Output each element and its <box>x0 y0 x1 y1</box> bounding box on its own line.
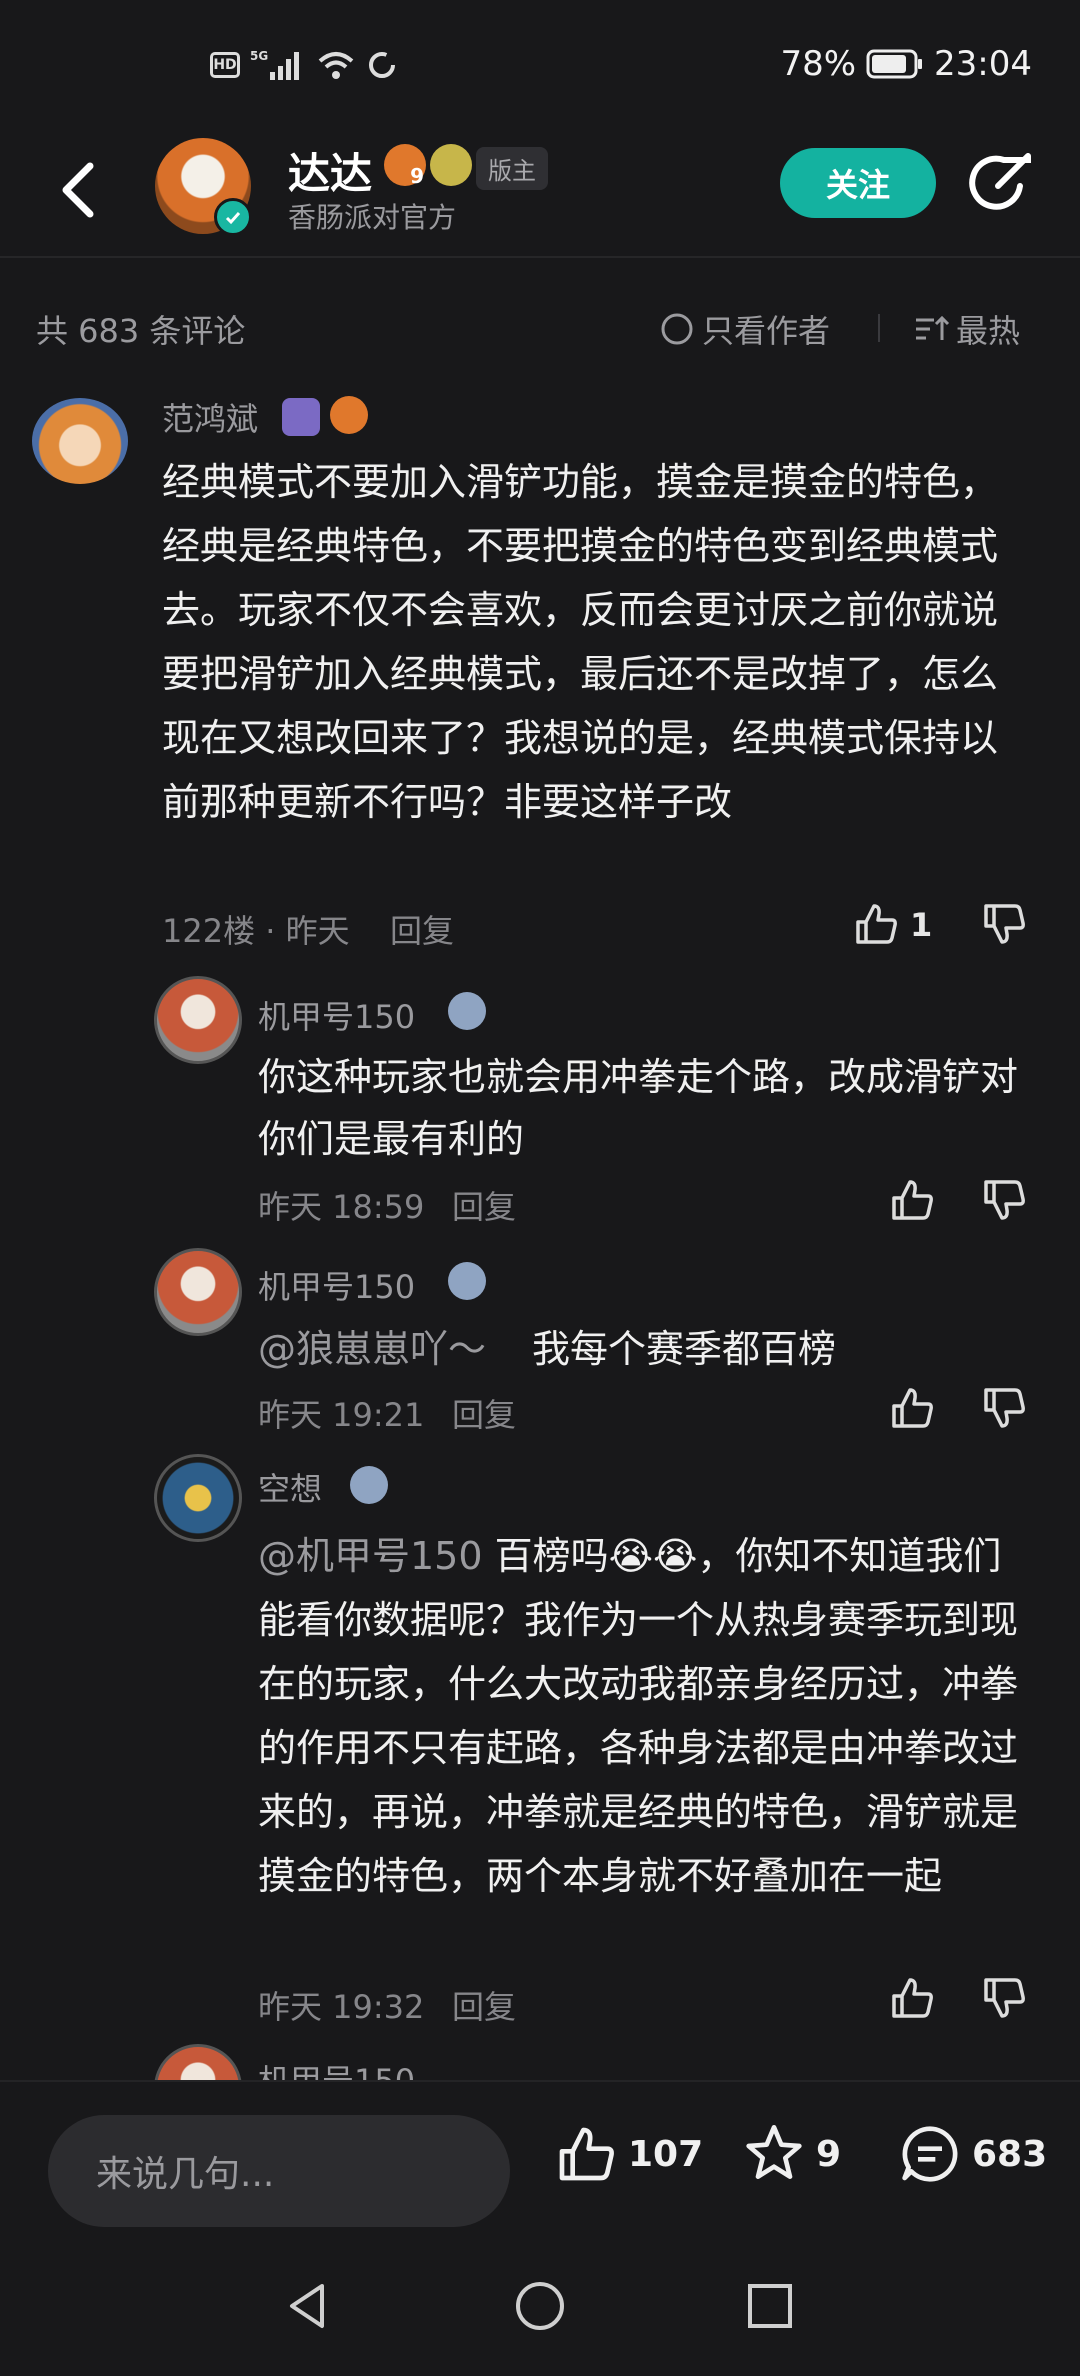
battery-percent: 78% <box>780 44 857 84</box>
system-nav-bar <box>0 2230 1080 2376</box>
dislike-button[interactable] <box>980 1176 1028 1228</box>
thumbs-down-icon <box>984 904 1025 944</box>
replier-name[interactable]: 机甲号150 <box>258 992 415 1038</box>
replier-name[interactable]: 空想 <box>258 1464 322 1510</box>
signal-5g-icon: 5G <box>250 49 299 80</box>
thumbs-up-icon <box>892 1388 933 1428</box>
divider <box>878 314 880 342</box>
hd-icon: HD <box>210 52 240 78</box>
top-header: 达达 9 版主 香肠派对官方 关注 <box>0 130 1080 258</box>
commenter-name[interactable]: 范鸿斌 <box>162 394 258 440</box>
sort-hottest-button[interactable]: 最热 <box>914 306 1020 352</box>
clock: 23:04 <box>934 44 1032 84</box>
bottom-action-bar: 来说几句... 107 9 683 <box>0 2080 1080 2230</box>
verified-icon <box>214 198 252 236</box>
level-number: 9 <box>410 164 424 188</box>
status-icons-left: HD 5G <box>210 48 398 82</box>
only-author-toggle[interactable]: 只看作者 <box>660 306 830 352</box>
like-button[interactable] <box>852 900 900 952</box>
battery-icon <box>866 49 923 79</box>
author-name[interactable]: 达达 <box>288 140 372 201</box>
sort-hottest-label: 最热 <box>956 312 1021 350</box>
thumbs-down-icon <box>984 1388 1025 1428</box>
status-icons-right: 78% 23:04 <box>780 44 1032 84</box>
replier-name[interactable]: 机甲号150 <box>258 1262 415 1308</box>
radio-circle-icon <box>661 313 693 345</box>
reply-button[interactable]: 回复 <box>452 1390 516 1436</box>
thumbs-up-icon <box>559 2127 614 2181</box>
back-button[interactable] <box>50 154 110 224</box>
favorite-count: 9 <box>816 2133 842 2175</box>
favorite-button[interactable]: 9 <box>742 2122 841 2186</box>
thumbs-up-icon <box>856 904 897 944</box>
post-like-count: 107 <box>628 2133 704 2175</box>
share-icon <box>969 153 1031 210</box>
post-like-button[interactable]: 107 <box>554 2122 703 2186</box>
svg-text:5G: 5G <box>250 49 268 63</box>
sort-icon <box>916 315 950 340</box>
nav-recents-icon <box>748 2284 792 2328</box>
comment-text: 经典模式不要加入滑铲功能，摸金是摸金的特色，经典是经典特色，不要把摸金的特色变到… <box>162 460 999 824</box>
only-author-label: 只看作者 <box>702 312 831 350</box>
reply-text: 我每个赛季都百榜 <box>532 1327 837 1371</box>
reply-text-block: @机甲号150 百榜吗😭😭，你知不知道我们能看你数据呢？我作为一个从热身赛季玩到… <box>258 1524 1038 1908</box>
reply-text: 百榜吗😭😭，你知不知道我们能看你数据呢？我作为一个从热身赛季玩到现在的玩家，什么… <box>258 1534 1019 1898</box>
status-bar: HD 5G 78% 23:04 <box>0 0 1080 130</box>
comment-count-bottom: 683 <box>972 2133 1048 2175</box>
reply-time: 昨天 18:59 <box>258 1188 425 1226</box>
dislike-button[interactable] <box>980 1384 1028 1436</box>
level-badge-icon <box>350 1466 388 1504</box>
thumbs-down-icon <box>984 1180 1025 1220</box>
reply-button[interactable]: 回复 <box>452 1982 516 2028</box>
comment-count: 共 683 条评论 <box>36 312 246 350</box>
level-badge-icon <box>448 1262 486 1300</box>
comment-floor-time: 122楼 · 昨天 <box>162 912 350 950</box>
wifi-icon <box>318 52 354 79</box>
reply-text: 你这种玩家也就会用冲拳走个路，改成滑铲对你们是最有利的 <box>258 1055 1019 1161</box>
mention-link[interactable]: @机甲号150 <box>258 1534 483 1578</box>
nav-recents-button[interactable] <box>744 2280 796 2336</box>
reply-button[interactable]: 回复 <box>452 1182 516 1228</box>
like-button[interactable] <box>888 1176 936 1228</box>
moderator-tag: 版主 <box>476 147 548 190</box>
star-icon <box>746 2125 802 2179</box>
comments-button[interactable]: 683 <box>898 2122 1047 2186</box>
mention-link[interactable]: @狼崽崽吖～ <box>258 1318 486 1380</box>
level-badge-icon: 9 <box>384 144 426 188</box>
nav-back-button[interactable] <box>282 2280 334 2336</box>
commenter-avatar[interactable] <box>32 398 128 484</box>
nav-home-icon <box>516 2282 564 2330</box>
like-button[interactable] <box>888 1384 936 1436</box>
replier-avatar[interactable] <box>154 1248 242 1336</box>
game-badge-icon <box>282 398 320 436</box>
like-count: 1 <box>910 906 933 944</box>
back-arrow-icon <box>62 162 94 218</box>
level-badge-icon <box>330 396 368 434</box>
thumbs-down-icon <box>984 1978 1025 2018</box>
dislike-button[interactable] <box>980 1974 1028 2026</box>
like-button[interactable] <box>888 1974 936 2026</box>
share-button[interactable] <box>968 150 1034 216</box>
comment-input[interactable]: 来说几句... <box>48 2115 510 2227</box>
author-subtitle: 香肠派对官方 <box>288 201 457 234</box>
dislike-button[interactable] <box>980 900 1028 952</box>
thumbs-up-icon <box>892 1978 933 2018</box>
thumbs-up-icon <box>892 1180 933 1220</box>
character-badge-icon <box>430 144 472 186</box>
sync-icon <box>369 52 395 78</box>
reply-time: 昨天 19:32 <box>258 1988 425 2026</box>
replier-avatar[interactable] <box>154 976 242 1064</box>
level-badge-icon <box>448 992 486 1030</box>
follow-button[interactable]: 关注 <box>780 148 936 218</box>
comment-sort-bar: 共 683 条评论 只看作者 最热 <box>0 292 1080 366</box>
replier-avatar[interactable] <box>154 1454 242 1542</box>
nav-home-button[interactable] <box>514 2280 566 2336</box>
reply-time: 昨天 19:21 <box>258 1396 425 1434</box>
comment-bubble-icon <box>902 2126 958 2182</box>
nav-back-icon <box>290 2284 324 2328</box>
reply-button[interactable]: 回复 <box>390 906 454 952</box>
